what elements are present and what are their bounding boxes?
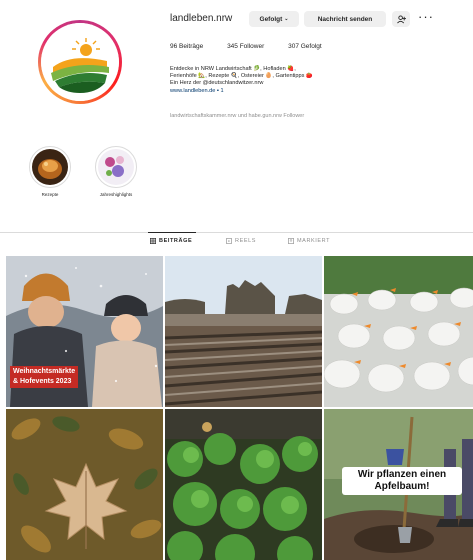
followed-by-text[interactable]: landwirtschaftskammer.nrw und habe.gun.n… [170,113,304,119]
profile-stats: 96 Beiträge 345 Follower 307 Gefolgt [170,43,344,50]
bio-website-link[interactable]: www.landleben.de ▪ 1 [170,88,370,95]
highlight-cover [32,149,68,185]
tab-divider [0,232,473,233]
posts-count[interactable]: 96 Beiträge [170,43,203,50]
more-dots-icon[interactable]: ··· [418,10,434,23]
tab-reels[interactable]: REELS [226,238,256,244]
post-overlay-text: Wir pflanzen einen Apfelbaum! [342,467,462,495]
following-button-label: Gefolgt [259,15,283,23]
highlight-label: Rezepte [41,192,59,197]
highlight-ring [29,146,71,188]
post-tile-kale[interactable] [165,409,322,560]
post-tile-apple-tree[interactable]: Wir pflanzen einen Apfelbaum! [324,409,473,560]
overlay-line: Wir pflanzen einen [357,469,447,480]
post-tile-field[interactable] [165,256,322,407]
chevron-down-icon: ⌄ [284,16,289,22]
profile-bio: Entdecke in NRW Landwirtschaft 🥬, Hoflad… [170,66,370,95]
followers-count[interactable]: 345 Follower [227,43,264,50]
bio-line: Ferienhöfe 🏡, Rezepte 🍳, Ostereier 🥚, Ga… [170,73,313,80]
highlight-cover [98,149,134,185]
post-grid: Weihnachtsmärkte & Hofevents 2023 Wir pf… [6,256,473,560]
suggested-users-button[interactable] [392,11,410,27]
post-tile-leaves[interactable] [6,409,163,560]
tab-posts-label: BEITRÄGE [159,238,193,244]
reels-icon [226,238,232,244]
highlight-rezepte[interactable]: Rezepte [28,146,72,197]
person-add-icon [396,14,406,23]
highlight-jahreshighlights[interactable]: Jahreshighlights [94,146,138,197]
tab-tagged-label: MARKIERT [297,238,331,244]
highlight-label: Jahreshighlights [99,192,133,197]
profile-header: landleben.nrw Gefolgt ⌄ Nachricht senden… [0,0,473,140]
profile-username: landleben.nrw [170,13,233,24]
grid-icon [150,238,156,244]
post-tile-geese[interactable] [324,256,473,407]
following-count[interactable]: 307 Gefolgt [288,43,322,50]
post-overlay-text: Weihnachtsmärkte & Hofevents 2023 [10,366,79,388]
profile-avatar[interactable] [38,20,122,104]
bio-line: Ein Herz der @deutschlandwitzer.nrw [170,80,264,87]
post-tile-christmas-markets[interactable]: Weihnachtsmärkte & Hofevents 2023 [6,256,163,407]
logo-sun-fields-icon [41,23,119,101]
overlay-line: & Hofevents 2023 [13,378,72,385]
highlight-ring [95,146,137,188]
tab-reels-label: REELS [235,238,257,244]
overlay-line: Weihnachtsmärkte [13,368,76,375]
tagged-icon [288,238,294,244]
overlay-line: Apfelbaum! [374,481,430,492]
tab-posts[interactable]: BEITRÄGE [150,238,192,244]
active-tab-indicator [148,232,196,233]
send-message-button[interactable]: Nachricht senden [304,11,386,27]
following-button[interactable]: Gefolgt ⌄ [249,11,299,27]
tab-tagged[interactable]: MARKIERT [288,238,330,244]
send-message-label: Nachricht senden [317,15,373,23]
